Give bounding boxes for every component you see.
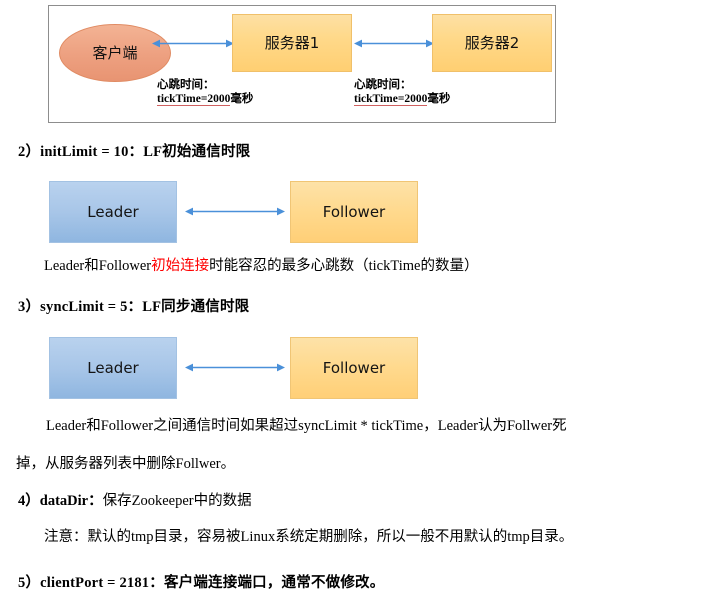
heartbeat-caption-1: 心跳时间： tickTime=2000毫秒 (157, 78, 253, 106)
section-4-note: 注意：默认的tmp目录，容易被Linux系统定期删除，所以一般不用默认的tmp目… (44, 529, 574, 545)
section-4-heading: 4）dataDir：保存Zookeeper中的数据 (18, 492, 252, 510)
section-3-leader-node: Leader (49, 337, 177, 399)
arrow-client-to-server1 (152, 38, 234, 49)
section-2-follower-node: Follower (290, 181, 418, 243)
section-3-follower-node: Follower (290, 337, 418, 399)
section-4-heading-desc: 保存Zookeeper中的数据 (102, 493, 252, 509)
section-2-leader-label: Leader (87, 202, 139, 221)
server2-node-label: 服务器2 (464, 33, 520, 52)
section-2-caption-highlight: 初始连接 (151, 258, 210, 274)
heartbeat-caption-2: 心跳时间： tickTime=2000毫秒 (354, 78, 450, 106)
heartbeat-caption-1-value: tickTime=2000毫秒 (157, 92, 253, 106)
client-node: 客户端 (59, 24, 171, 82)
section-3-caption-line-2: 掉，从服务器列表中删除Follwer。 (16, 456, 236, 472)
heartbeat-caption-1-key: tickTime=2000 (157, 93, 231, 106)
heartbeat-caption-2-value: tickTime=2000毫秒 (354, 92, 450, 106)
heartbeat-caption-1-title: 心跳时间： (157, 79, 215, 91)
section-2-heading: 2）initLimit = 10：LF初始通信时限 (18, 144, 251, 160)
heartbeat-caption-2-unit: 毫秒 (427, 93, 451, 105)
section-3-arrow (185, 362, 285, 373)
server2-node: 服务器2 (432, 14, 552, 72)
server1-node-label: 服务器1 (264, 33, 320, 52)
section-5-heading: 5）clientPort = 2181：客户端连接端口，通常不做修改。 (18, 575, 385, 591)
server1-node: 服务器1 (232, 14, 352, 72)
figure-1-frame: 客户端 服务器1 服务器2 心跳时间： tickTime=2000毫秒 心跳时间… (48, 5, 556, 123)
section-3-heading: 3）syncLimit = 5：LF同步通信时限 (18, 299, 250, 315)
section-2-caption: Leader和Follower初始连接时能容忍的最多心跳数（tickTime的数… (44, 257, 478, 275)
section-2-caption-post: 时能容忍的最多心跳数（tickTime的数量） (209, 258, 479, 274)
section-3-follower-label: Follower (322, 358, 386, 377)
section-3-caption-line-1: Leader和Follower之间通信时间如果超过syncLimit * tic… (46, 418, 567, 434)
section-2-caption-pre: Leader和Follower (44, 258, 152, 274)
section-4-heading-key: 4）dataDir： (18, 493, 103, 509)
heartbeat-caption-1-unit: 毫秒 (230, 93, 254, 105)
section-3-leader-label: Leader (87, 358, 139, 377)
arrow-server1-to-server2 (354, 38, 434, 49)
section-2-follower-label: Follower (322, 202, 386, 221)
heartbeat-caption-2-title: 心跳时间： (354, 79, 412, 91)
section-2-leader-node: Leader (49, 181, 177, 243)
client-node-label: 客户端 (92, 43, 138, 62)
heartbeat-caption-2-key: tickTime=2000 (354, 93, 428, 106)
section-2-arrow (185, 206, 285, 217)
